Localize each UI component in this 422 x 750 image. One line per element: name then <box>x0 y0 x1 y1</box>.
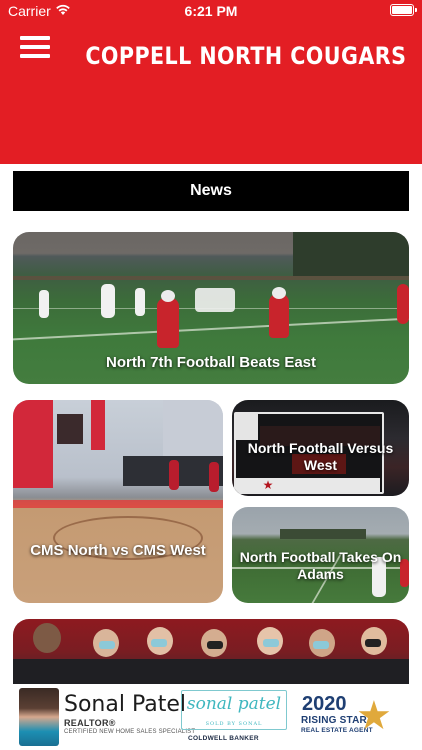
ad-brokerage: COLDWELL BANKER <box>188 735 259 742</box>
news-headline: CMS North vs CMS West <box>30 542 206 559</box>
app-title: COPPELL NORTH COUGARS <box>85 42 407 70</box>
news-headline: North 7th Football Beats East <box>105 354 317 371</box>
battery-icon <box>390 4 417 16</box>
ad-banner[interactable]: Sonal Patel REALTOR® CERTIFIED NEW HOME … <box>0 684 422 750</box>
news-card[interactable]: CMS North vs CMS West <box>13 400 223 603</box>
ad-script-logo: sonal patel SOLD BY SONAL <box>181 690 287 730</box>
ad-tagline: CERTIFIED NEW HOME SALES SPECIALIST <box>64 729 196 735</box>
status-time: 6:21 PM <box>184 3 238 19</box>
ad-award-year: 2020 <box>302 693 347 715</box>
hamburger-menu-icon[interactable] <box>20 36 50 62</box>
card-photo <box>13 400 223 603</box>
ad-agent-photo <box>19 688 59 746</box>
news-headline: North Football Versus West <box>247 440 394 473</box>
news-card[interactable]: North 7th Football Beats East <box>13 232 409 384</box>
star-icon: ★ <box>356 694 392 738</box>
ad-script-sub: SOLD BY SONAL <box>205 721 263 727</box>
app-header: Carrier 6:21 PM COPPELL NORTH COUGARS <box>0 0 422 164</box>
section-label: News <box>190 182 232 199</box>
ad-realtor-label: REALTOR® <box>64 718 116 728</box>
ad-script-text: sonal patel <box>186 694 282 714</box>
news-card[interactable]: ★ North Football Versus West <box>232 400 409 496</box>
section-header-news: News <box>13 171 409 211</box>
status-bar: Carrier 6:21 PM <box>0 0 422 22</box>
news-headline: North Football Takes On Adams <box>239 549 402 582</box>
ad-agent-name: Sonal Patel <box>64 692 186 717</box>
news-card[interactable]: North Football Takes On Adams <box>232 507 409 603</box>
